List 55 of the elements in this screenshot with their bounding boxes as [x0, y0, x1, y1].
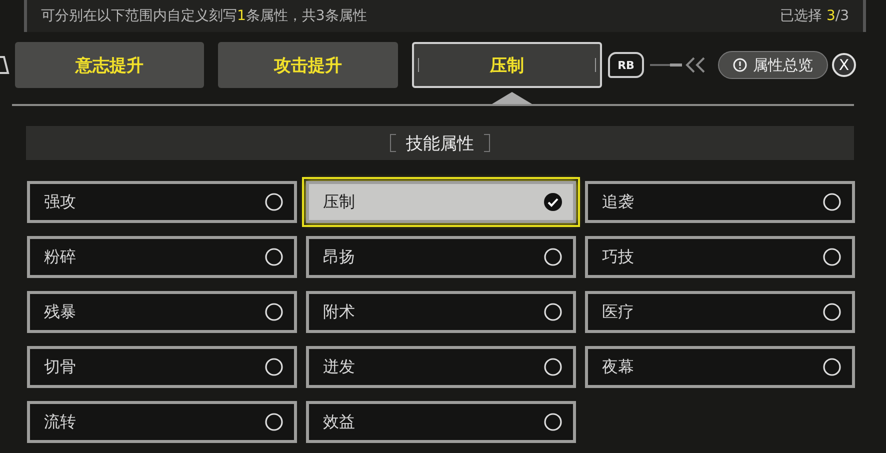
option-label: 迸发 [323, 356, 355, 378]
radio-icon [543, 247, 563, 267]
radio-icon [264, 357, 284, 377]
attribute-option[interactable]: 迸发 [306, 346, 576, 388]
option-label: 强攻 [44, 192, 76, 212]
radio-icon [264, 412, 284, 432]
pointer-icon [492, 92, 532, 104]
bumper-icon [0, 54, 10, 76]
attribute-option[interactable]: 粉碎 [27, 236, 297, 278]
rb-key: RB [608, 52, 644, 78]
attribute-option[interactable]: 巧技 [585, 236, 855, 278]
radio-icon [822, 357, 842, 377]
section-title: 技能属性 [406, 132, 474, 154]
attribute-option[interactable]: 追袭 [585, 181, 855, 223]
attribute-option[interactable]: 效益 [306, 401, 576, 443]
option-label: 巧技 [602, 246, 634, 268]
tab[interactable]: 压制 [412, 42, 602, 88]
radio-icon [543, 302, 563, 322]
bracket-icon [484, 134, 490, 152]
option-label: 昂扬 [323, 246, 355, 268]
option-label: 粉碎 [44, 246, 76, 268]
option-label: 切骨 [44, 356, 76, 378]
check-icon [543, 192, 563, 212]
close-button[interactable]: X [832, 53, 856, 77]
radio-icon [543, 357, 563, 377]
attribute-option[interactable]: 强攻 [27, 181, 297, 223]
attribute-option[interactable]: 昂扬 [306, 236, 576, 278]
instruction-text: 可分别在以下范围内自定义刻写1条属性，共3条属性 [41, 7, 367, 25]
option-label: 夜幕 [602, 356, 634, 378]
tab[interactable]: 意志提升 [15, 42, 204, 88]
attribute-option[interactable]: 残暴 [27, 291, 297, 333]
attribute-option[interactable]: 医疗 [585, 291, 855, 333]
selection-count: 已选择 3/3 [780, 7, 849, 25]
tab[interactable]: 攻击提升 [218, 42, 398, 88]
overview-button[interactable]: 属性总览 [718, 51, 828, 79]
option-label: 流转 [44, 412, 76, 432]
bracket-icon [390, 134, 396, 152]
radio-icon [822, 302, 842, 322]
radio-icon [822, 192, 842, 212]
option-label: 附术 [323, 302, 355, 322]
radio-icon [822, 247, 842, 267]
option-label: 追袭 [602, 192, 634, 212]
info-icon [733, 58, 747, 72]
attribute-option[interactable]: 附术 [306, 291, 576, 333]
radio-icon [264, 302, 284, 322]
radio-icon [264, 247, 284, 267]
option-label: 残暴 [44, 302, 76, 322]
radio-icon [264, 192, 284, 212]
option-label: 效益 [323, 412, 355, 432]
attribute-option[interactable]: 夜幕 [585, 346, 855, 388]
option-label: 医疗 [602, 302, 634, 322]
attribute-option[interactable]: 流转 [27, 401, 297, 443]
radio-icon [543, 412, 563, 432]
option-label: 压制 [323, 192, 355, 212]
attribute-option[interactable]: 切骨 [27, 346, 297, 388]
